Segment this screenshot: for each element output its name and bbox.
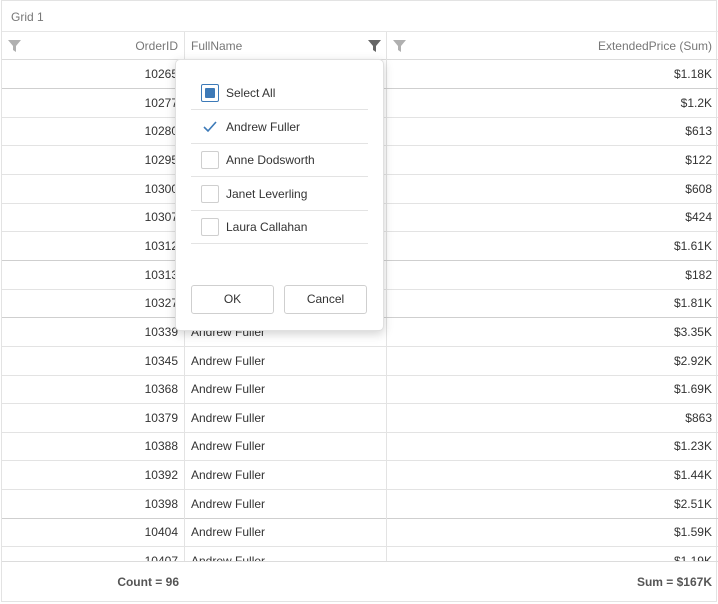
footer-count: Count = 96 [117, 575, 179, 589]
column-header-fullname[interactable]: FullName [185, 32, 387, 60]
column-header-label: OrderID [135, 39, 178, 53]
cell-price: $1.44K [673, 468, 712, 483]
footer-sum: Sum = $167K [636, 575, 712, 589]
column-header-orderid[interactable]: OrderID [2, 32, 185, 60]
grid-footer: Count = 96 Sum = $167K [2, 561, 718, 602]
cell-price: $2.92K [673, 353, 712, 368]
grid-title: Grid 1 [11, 10, 44, 24]
column-header-label: ExtendedPrice (Sum) [597, 39, 712, 53]
cell-orderid: 10407 [2, 547, 185, 561]
cell-fullname: Andrew Fuller [185, 518, 387, 547]
filter-item-label: Andrew Fuller [226, 119, 301, 134]
cell-orderid: 10307 [2, 203, 185, 232]
cell-price: $182 [685, 267, 712, 282]
cell-price: $1.19K [387, 547, 718, 561]
cell-orderid: 10300 [2, 174, 185, 203]
cell-fullname: Andrew Fuller [185, 375, 387, 404]
cell-price: $1.18K [673, 67, 712, 81]
cell-orderid: 10379 [2, 403, 185, 432]
cell-orderid: 10339 [2, 317, 185, 346]
cell-price: $2.51K [673, 496, 712, 511]
filter-item-label: Janet Leverling [226, 186, 308, 201]
cell-price: $1.59K [673, 525, 712, 540]
cell-fullname: Andrew Fuller [185, 346, 387, 375]
table-row[interactable]: 10398 Andrew Fuller $2.51K [2, 489, 718, 519]
cell-orderid: 10312 [2, 231, 185, 260]
cell-fullname: Andrew Fuller [185, 489, 387, 518]
cell-price: $863 [685, 410, 712, 425]
cell-price: $608 [685, 181, 712, 196]
cell-fullname: Andrew Fuller [185, 403, 387, 432]
filter-checkbox[interactable] [201, 151, 219, 169]
cell-price: $3.35K [673, 324, 712, 339]
cell-orderid: 10388 [2, 432, 185, 461]
cell-orderid: 10277 [2, 88, 185, 117]
cancel-button[interactable]: Cancel [284, 285, 367, 314]
filter-popup: Select All Andrew Fuller Anne Dodsworth Jan… [175, 59, 384, 331]
table-row[interactable]: 10379 Andrew Fuller $863 [2, 403, 718, 433]
filter-icon-active[interactable] [368, 40, 381, 52]
table-row[interactable]: 10404 Andrew Fuller $1.59K [2, 518, 718, 548]
filter-list-item[interactable]: Select All [191, 77, 368, 110]
cell-orderid: 10345 [2, 346, 185, 375]
column-header-extendedprice[interactable]: ExtendedPrice (Sum) [387, 32, 718, 60]
cell-fullname: Andrew Fuller [185, 432, 387, 461]
filter-list-item[interactable]: Janet Leverling [191, 178, 368, 211]
column-header-label: FullName [191, 39, 243, 53]
cell-orderid: 10280 [2, 117, 185, 146]
table-row[interactable]: 10345 Andrew Fuller $2.92K [2, 346, 718, 376]
cell-orderid: 10265 [2, 60, 185, 88]
cell-price: $1.81K [673, 296, 712, 311]
cell-price: $613 [685, 124, 712, 139]
table-row[interactable]: 10368 Andrew Fuller $1.69K [2, 375, 718, 405]
select-all-checkbox[interactable] [201, 84, 219, 102]
cell-orderid: 10327 [2, 289, 185, 318]
filter-list-item[interactable]: Anne Dodsworth [191, 144, 368, 177]
cell-fullname: Andrew Fuller [185, 547, 387, 561]
filter-item-label: Anne Dodsworth [226, 153, 315, 167]
filter-item-label: Laura Callahan [226, 220, 308, 234]
cell-orderid: 10313 [2, 260, 185, 289]
checkmark-icon [203, 120, 217, 132]
filter-checkbox[interactable] [201, 218, 219, 236]
cell-fullname: Andrew Fuller [185, 461, 387, 490]
filter-list-item[interactable]: Andrew Fuller [191, 111, 368, 144]
cell-price: $1.61K [673, 238, 712, 253]
cell-price: $1.2K [680, 95, 712, 110]
ok-button[interactable]: OK [191, 285, 274, 314]
filter-icon[interactable] [393, 40, 406, 52]
cell-orderid: 10368 [2, 375, 185, 404]
filter-checkbox[interactable] [201, 184, 219, 203]
cell-orderid: 10404 [2, 518, 185, 547]
cell-orderid: 10398 [2, 489, 185, 518]
filter-icon[interactable] [8, 40, 21, 52]
cell-orderid: 10295 [2, 145, 185, 174]
filter-checkbox[interactable] [201, 117, 219, 136]
table-row[interactable]: 10392 Andrew Fuller $1.44K [2, 461, 718, 491]
table-row[interactable]: 10388 Andrew Fuller $1.23K [2, 432, 718, 462]
column-header-row: OrderID FullName ExtendedPrice (Sum) [2, 31, 718, 60]
cell-orderid: 10392 [2, 461, 185, 490]
filter-list-item[interactable]: Laura Callahan [191, 211, 368, 244]
table-row[interactable]: 10407Andrew Fuller$1.19K [2, 547, 718, 561]
cell-price: $1.23K [673, 439, 712, 454]
cell-price: $424 [685, 210, 712, 225]
filter-item-label: Select All [226, 86, 276, 100]
cell-price: $122 [685, 152, 712, 167]
cell-price: $1.69K [673, 382, 712, 397]
